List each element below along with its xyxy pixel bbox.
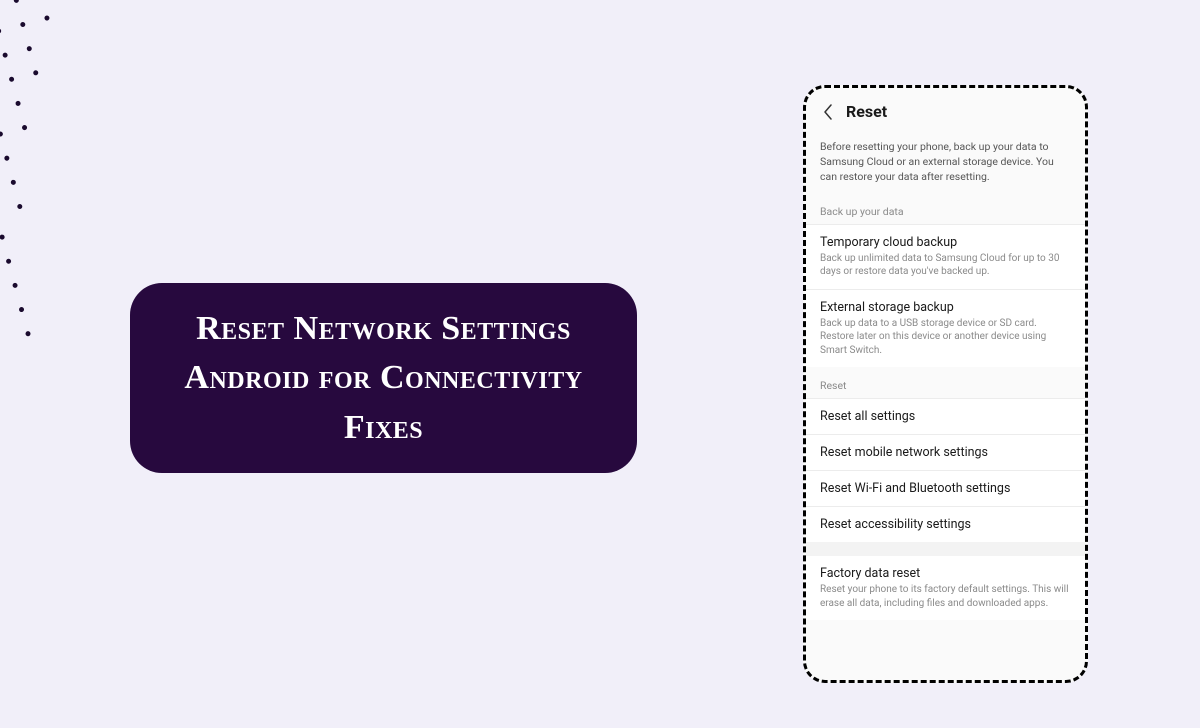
item-reset-wifi-bluetooth[interactable]: Reset Wi-Fi and Bluetooth settings xyxy=(806,470,1085,506)
item-title: Reset accessibility settings xyxy=(820,517,1071,532)
spacer xyxy=(806,542,1085,556)
phone-frame: Reset Before resetting your phone, back … xyxy=(803,85,1088,683)
section-label-backup: Back up your data xyxy=(806,199,1085,224)
factory-group: Factory data reset Reset your phone to i… xyxy=(806,556,1085,620)
back-icon[interactable] xyxy=(820,104,836,120)
item-title: Reset mobile network settings xyxy=(820,445,1071,460)
intro-text: Before resetting your phone, back up you… xyxy=(806,133,1085,199)
item-external-storage-backup[interactable]: External storage backup Back up data to … xyxy=(806,289,1085,368)
item-title: Temporary cloud backup xyxy=(820,235,1071,250)
item-title: Reset Wi-Fi and Bluetooth settings xyxy=(820,481,1071,496)
item-reset-all-settings[interactable]: Reset all settings xyxy=(806,398,1085,434)
header-row: Reset xyxy=(806,102,1085,133)
item-temporary-cloud-backup[interactable]: Temporary cloud backup Back up unlimited… xyxy=(806,224,1085,289)
title-text: Reset Network Settings Android for Conne… xyxy=(170,304,597,452)
title-card: Reset Network Settings Android for Conne… xyxy=(130,283,637,473)
item-reset-mobile-network[interactable]: Reset mobile network settings xyxy=(806,434,1085,470)
page-title: Reset xyxy=(846,102,887,121)
item-desc: Back up unlimited data to Samsung Cloud … xyxy=(820,252,1071,279)
item-title: External storage backup xyxy=(820,300,1071,315)
item-title: Factory data reset xyxy=(820,566,1071,581)
reset-group: Reset all settings Reset mobile network … xyxy=(806,398,1085,542)
item-title: Reset all settings xyxy=(820,409,1071,424)
item-desc: Back up data to a USB storage device or … xyxy=(820,317,1071,358)
section-label-reset: Reset xyxy=(806,367,1085,398)
item-reset-accessibility[interactable]: Reset accessibility settings xyxy=(806,506,1085,542)
phone-content: Reset Before resetting your phone, back … xyxy=(806,88,1085,680)
item-factory-data-reset[interactable]: Factory data reset Reset your phone to i… xyxy=(806,556,1085,620)
item-desc: Reset your phone to its factory default … xyxy=(820,583,1071,610)
backup-group: Temporary cloud backup Back up unlimited… xyxy=(806,224,1085,368)
